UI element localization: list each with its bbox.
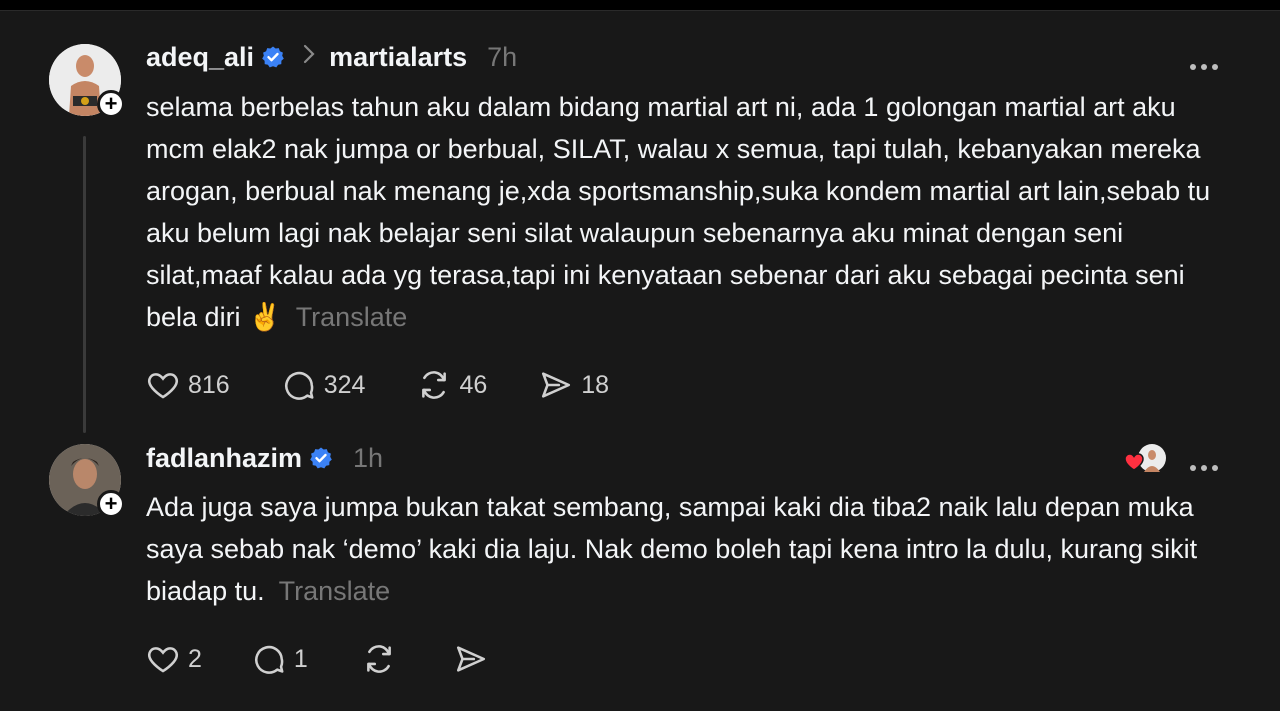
author-avatar-wrap[interactable]: + [49,44,125,118]
like-button[interactable]: 2 [146,642,202,676]
post-header: adeq_ali martialarts 7h [146,39,517,75]
repost-button[interactable] [362,642,404,676]
share-button[interactable]: 18 [539,368,609,402]
heart-icon [1124,453,1144,471]
heart-icon [148,373,178,399]
reply-count: 1 [293,644,308,673]
verified-badge-icon [310,447,332,469]
share-icon [542,372,571,398]
reply-button[interactable]: 324 [282,368,366,402]
translate-link[interactable]: Translate [296,302,408,332]
repost-icon [422,371,447,399]
follow-plus-icon[interactable]: + [97,90,125,118]
thread-panel: + adeq_ali martialarts 7h selama berbela… [0,10,1280,711]
post-body: selama berbelas tahun aku dalam bidang m… [146,86,1226,338]
more-icon [1190,64,1196,70]
post-time: 7h [487,41,518,72]
like-button[interactable]: 816 [146,368,230,402]
reply-count: 324 [323,370,366,399]
repost-count: 46 [459,370,488,399]
verified-badge-icon [262,46,284,68]
share-icon [456,646,485,672]
liked-by-author-indicator [1122,442,1170,474]
post-header: fadlanhazim 1h [146,440,383,476]
more-options-button[interactable] [1184,52,1224,82]
follow-plus-icon[interactable]: + [97,490,125,518]
reply-button[interactable]: 1 [252,642,308,676]
share-button[interactable] [454,642,496,676]
like-count: 816 [188,370,230,399]
like-count: 2 [188,644,202,673]
chevron-right-icon [303,43,315,71]
author-avatar-wrap[interactable]: + [49,444,125,518]
post-actions: 816 324 46 18 [146,365,661,405]
post-actions: 2 1 [146,639,548,679]
heart-icon [148,647,178,673]
post-body: Ada juga saya jumpa bukan takat sembang,… [146,486,1226,612]
more-options-button[interactable] [1184,453,1224,483]
comment-icon [284,371,314,400]
username[interactable]: fadlanhazim [146,443,302,474]
repost-button[interactable]: 46 [417,368,487,402]
community-name[interactable]: martialarts [329,42,467,73]
more-icon [1190,465,1196,471]
repost-icon [366,645,391,673]
thread-connector-line [83,136,86,433]
post-text: selama berbelas tahun aku dalam bidang m… [146,92,1211,332]
post-time: 1h [353,442,384,473]
translate-link[interactable]: Translate [279,576,391,606]
comment-icon [254,645,284,674]
username[interactable]: adeq_ali [146,42,254,73]
share-count: 18 [581,370,610,399]
